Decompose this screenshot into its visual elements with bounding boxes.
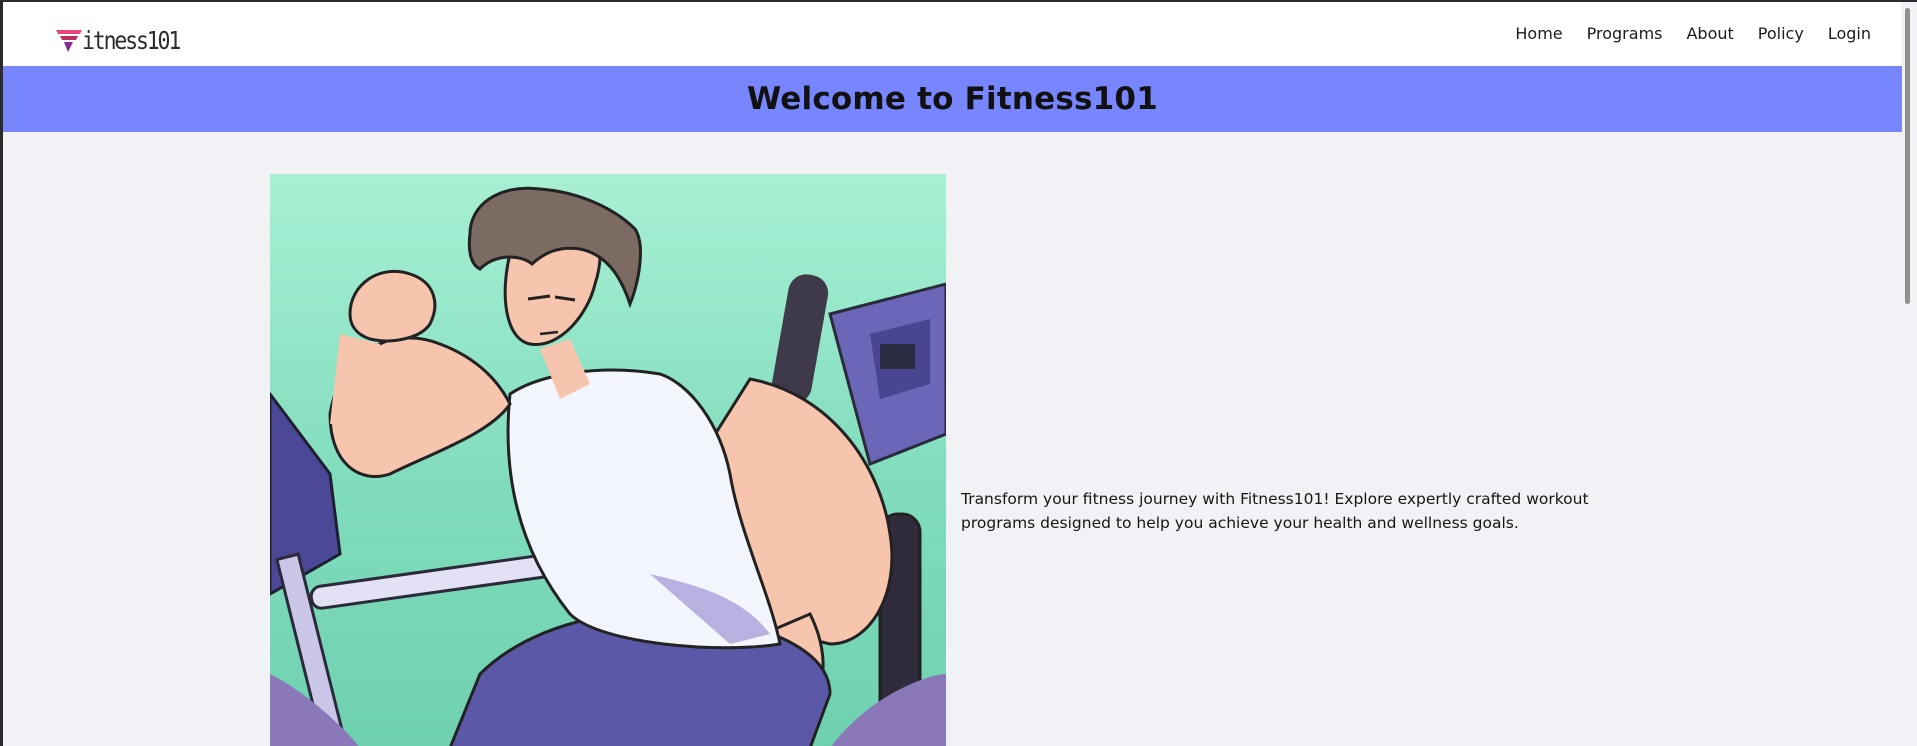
page-title: Welcome to Fitness101: [747, 81, 1158, 117]
nav-links: Home Programs About Policy Login: [1515, 24, 1871, 44]
navbar: itness101 Home Programs About Policy Log…: [3, 2, 1902, 66]
brand-logo[interactable]: itness101: [56, 26, 195, 56]
nav-home-link[interactable]: Home: [1515, 24, 1562, 44]
scrollbar-thumb[interactable]: [1905, 8, 1910, 304]
logo-text: itness101: [82, 26, 181, 55]
nav-about-link[interactable]: About: [1686, 24, 1733, 44]
nav-login-link[interactable]: Login: [1828, 24, 1871, 44]
page-scrollbar[interactable]: [1902, 2, 1917, 746]
fitness-illustration-icon: [270, 174, 946, 746]
hero-description: Transform your fitness journey with Fitn…: [961, 490, 1589, 532]
nav-policy-link[interactable]: Policy: [1758, 24, 1804, 44]
nav-programs-link[interactable]: Programs: [1587, 24, 1663, 44]
browser-viewport: itness101 Home Programs About Policy Log…: [3, 2, 1902, 746]
welcome-banner: Welcome to Fitness101: [3, 66, 1902, 132]
logo-mark-icon: [56, 30, 82, 52]
hero-image: [270, 174, 946, 746]
